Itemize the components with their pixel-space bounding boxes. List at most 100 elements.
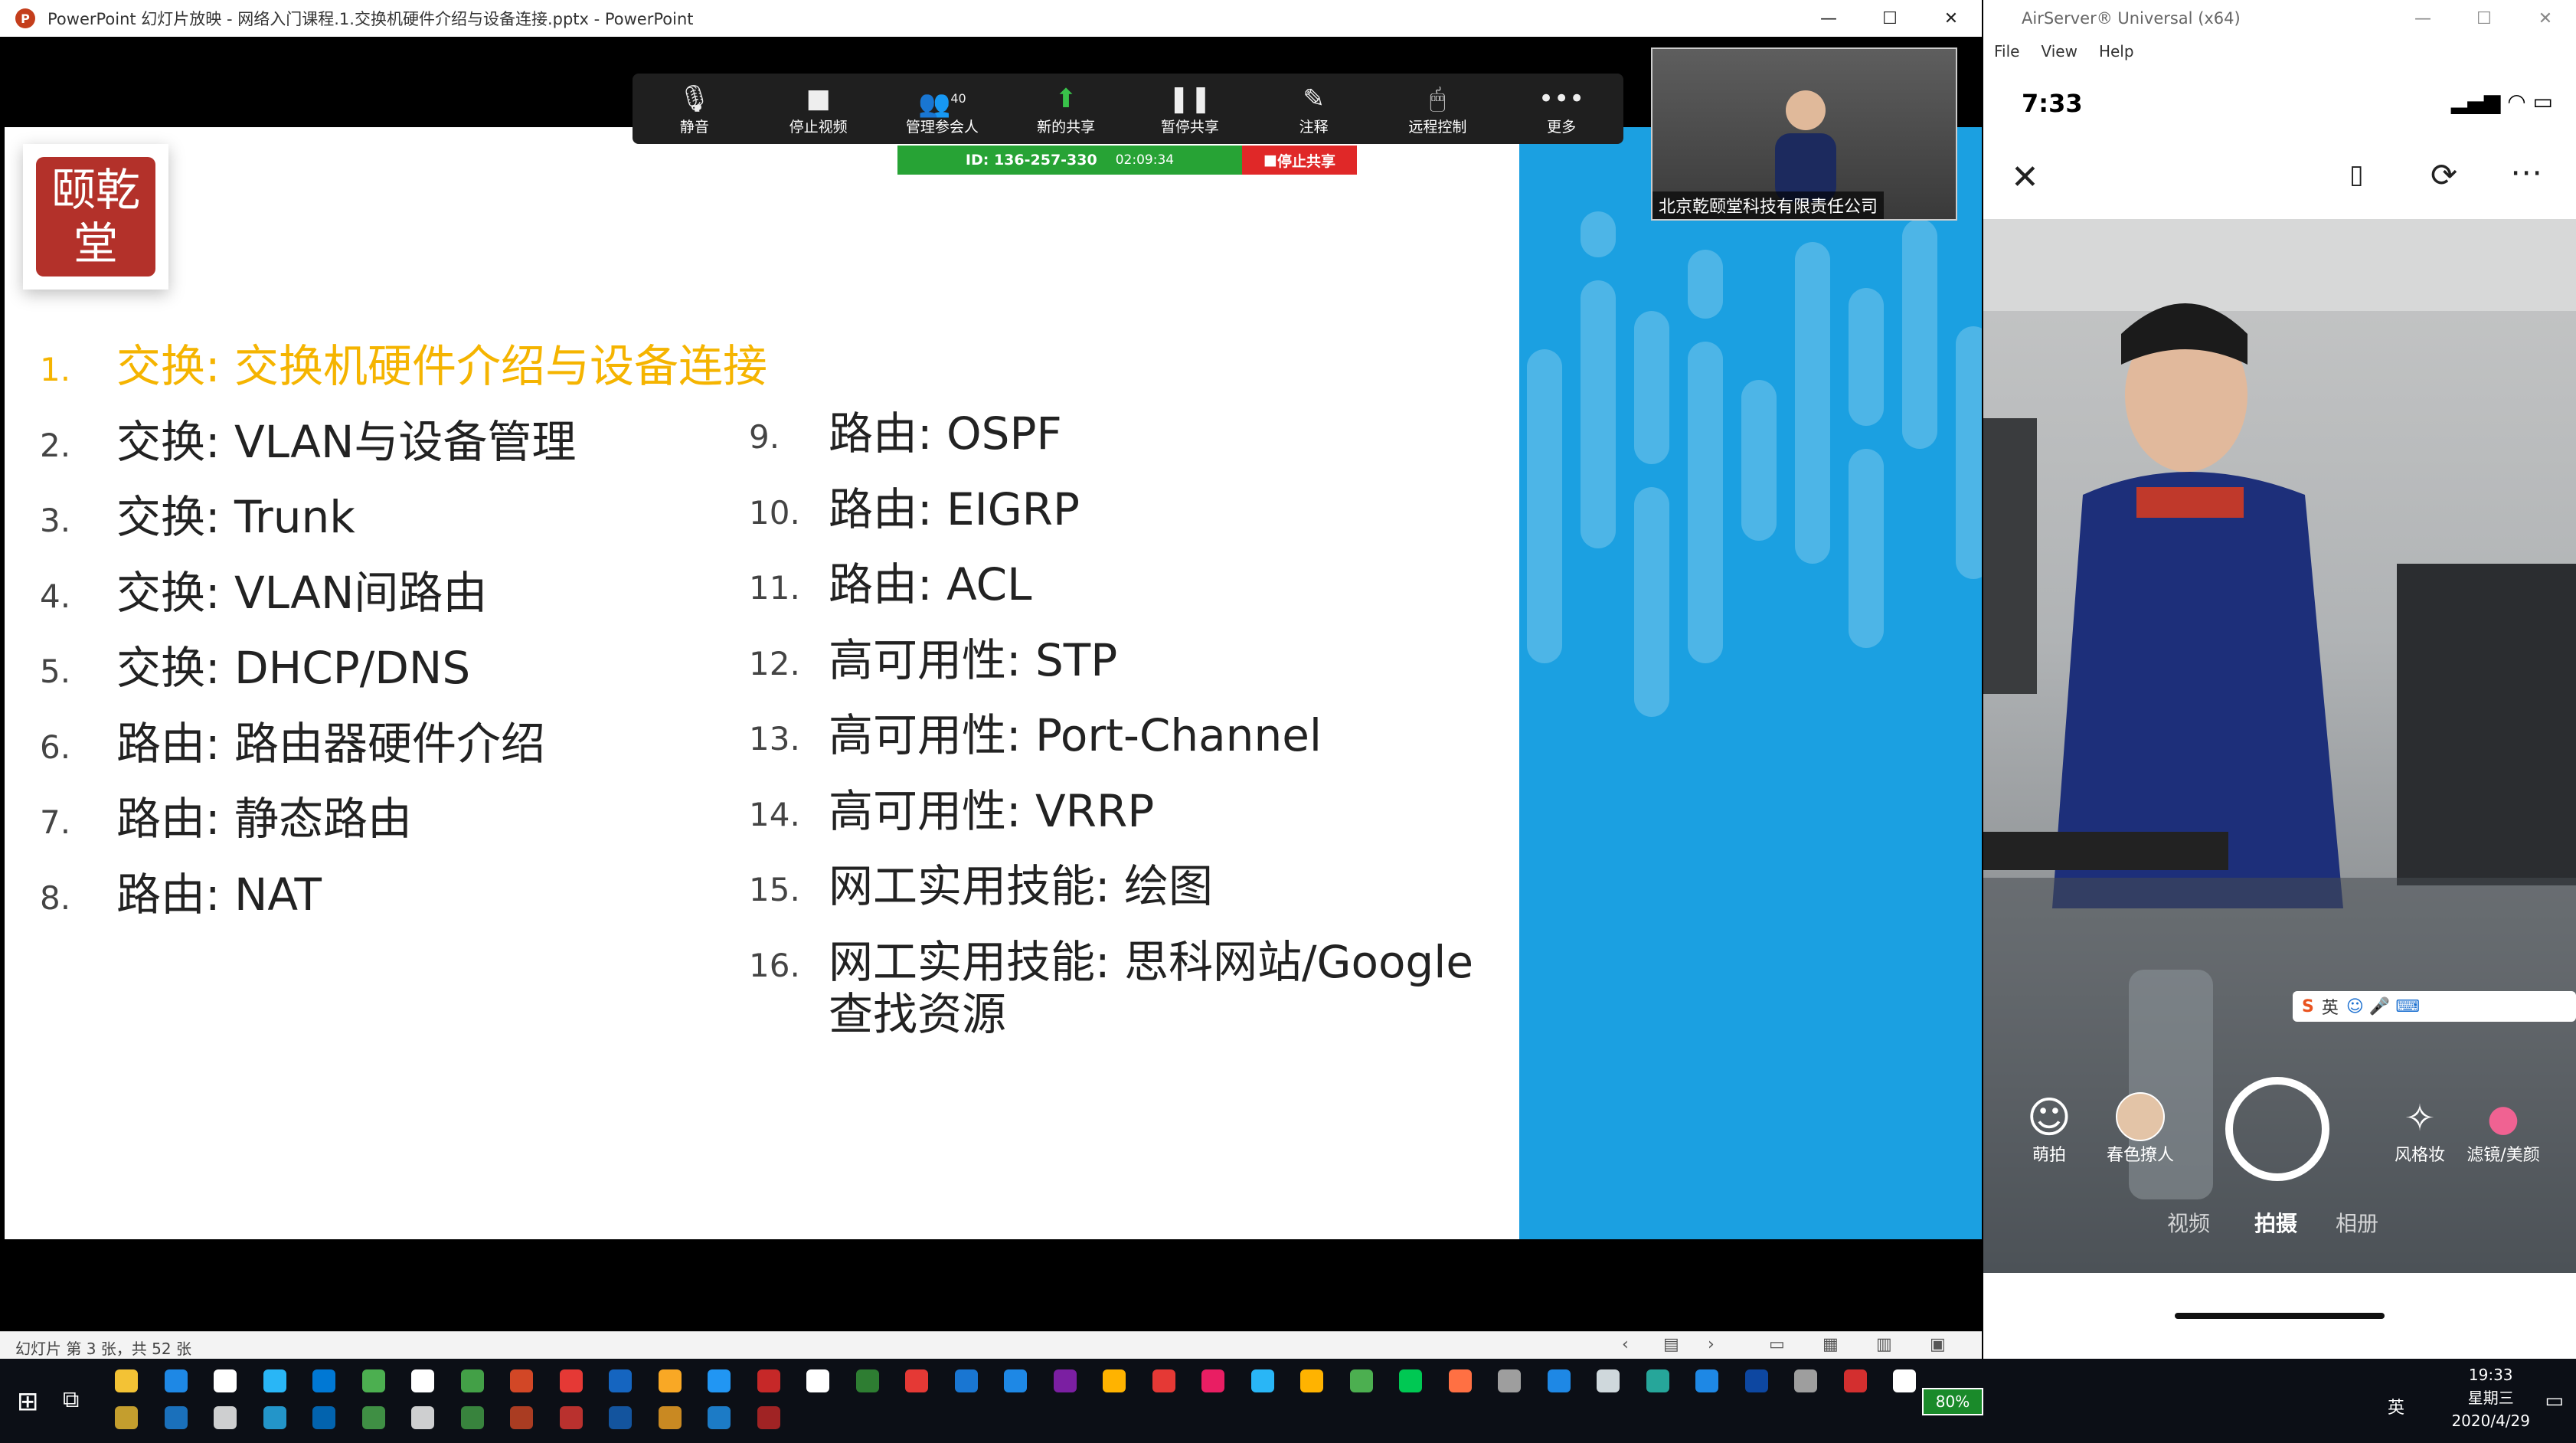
taskbar-pinned-icon[interactable] bbox=[164, 1406, 188, 1429]
taskbar-pinned-icon[interactable] bbox=[510, 1406, 533, 1429]
remote-control-button[interactable]: 🖱 远程控制 bbox=[1384, 82, 1491, 136]
taskbar-pinned-icon[interactable] bbox=[214, 1406, 237, 1429]
shutter-button[interactable] bbox=[2225, 1077, 2329, 1181]
ime-floating-bar[interactable]: S 英 ☺ 🎤 ⌨ bbox=[2293, 991, 2576, 1022]
taskbar-app-icon[interactable] bbox=[708, 1369, 731, 1392]
ime-indicator[interactable]: 英 bbox=[2388, 1394, 2404, 1418]
menu-help[interactable]: Help bbox=[2099, 42, 2134, 61]
taskbar-app-icon[interactable] bbox=[1695, 1369, 1718, 1392]
taskbar-app-icon[interactable] bbox=[1448, 1369, 1472, 1392]
taskbar-app-icon[interactable] bbox=[1547, 1369, 1571, 1392]
taskbar-app-icon[interactable] bbox=[1349, 1369, 1373, 1392]
home-indicator[interactable] bbox=[2175, 1313, 2385, 1319]
taskbar-app-icon[interactable] bbox=[658, 1369, 682, 1392]
next-slide-icon[interactable]: › bbox=[1708, 1335, 1715, 1354]
menu-view[interactable]: View bbox=[2041, 42, 2077, 61]
taskbar-pinned-icon[interactable] bbox=[658, 1406, 682, 1429]
taskbar-app-icon[interactable] bbox=[609, 1369, 632, 1392]
taskbar-pinned-icon[interactable] bbox=[460, 1406, 484, 1429]
air-maximize-button[interactable]: ☐ bbox=[2453, 0, 2515, 37]
stop-video-button[interactable]: ■ 停止视频 bbox=[765, 82, 872, 136]
taskbar-app-icon[interactable] bbox=[1201, 1369, 1224, 1392]
taskbar-app-icon[interactable] bbox=[1152, 1369, 1175, 1392]
switch-camera-icon[interactable]: ⟳ bbox=[2431, 156, 2457, 194]
taskbar-app-icon[interactable] bbox=[1893, 1369, 1916, 1392]
taskbar-app-icon[interactable] bbox=[115, 1369, 138, 1392]
taskbar-app-icon[interactable] bbox=[954, 1369, 978, 1392]
close-button[interactable]: ✕ bbox=[1921, 0, 1982, 37]
manage-participants-button[interactable]: 👥40 管理参会人 bbox=[888, 82, 995, 136]
taskbar-app-icon[interactable] bbox=[510, 1369, 533, 1392]
taskbar-app-icon[interactable] bbox=[559, 1369, 583, 1392]
taskbar-app-icon[interactable] bbox=[1103, 1369, 1126, 1392]
taskbar-pinned-icon[interactable] bbox=[708, 1406, 731, 1429]
normal-view-icon[interactable]: ▭ bbox=[1769, 1335, 1785, 1354]
taskbar-app-icon[interactable] bbox=[1794, 1369, 1817, 1392]
notification-icon[interactable]: ▭ bbox=[2545, 1389, 2564, 1412]
agenda-number: 14. bbox=[749, 795, 800, 833]
cute-shot-button[interactable]: ☺ 萌拍 bbox=[2019, 1095, 2080, 1166]
menu-file[interactable]: File bbox=[1994, 42, 2019, 61]
annotate-button[interactable]: ✎ 注释 bbox=[1260, 82, 1368, 136]
maximize-button[interactable]: ☐ bbox=[1859, 0, 1921, 37]
new-share-button[interactable]: ⬆ 新的共享 bbox=[1012, 82, 1120, 136]
minimize-button[interactable]: — bbox=[1798, 0, 1859, 37]
slide[interactable]: 颐乾堂 1. 交换: 交换机硬件介绍与设备连接 2. 交换: VLAN与设备管理 3. 交… bbox=[5, 127, 1982, 1239]
air-close-button[interactable]: ✕ bbox=[2515, 0, 2576, 37]
taskbar-app-icon[interactable] bbox=[1250, 1369, 1274, 1392]
taskbar-pinned-icon[interactable] bbox=[361, 1406, 385, 1429]
taskbar-pinned-icon[interactable] bbox=[115, 1406, 138, 1429]
tab-video[interactable]: 视频 bbox=[2167, 1207, 2210, 1238]
prev-slide-icon[interactable]: ‹ bbox=[1622, 1335, 1629, 1354]
taskbar-app-icon[interactable] bbox=[1843, 1369, 1867, 1392]
taskbar-app-icon[interactable] bbox=[214, 1369, 237, 1392]
taskbar-app-icon[interactable] bbox=[411, 1369, 434, 1392]
style-makeup-button[interactable]: ✧ 风格妆 bbox=[2381, 1095, 2458, 1166]
taskbar-pinned-icon[interactable] bbox=[411, 1406, 434, 1429]
taskbar-app-icon[interactable] bbox=[164, 1369, 188, 1392]
phone-time: 7:33 bbox=[2022, 89, 2083, 118]
close-icon[interactable]: ✕ bbox=[2011, 158, 2039, 197]
slide-sorter-icon[interactable]: ▦ bbox=[1822, 1335, 1839, 1354]
stop-share-button[interactable]: ■ 停止共享 bbox=[1242, 146, 1357, 175]
taskbar-app-icon[interactable] bbox=[1300, 1369, 1323, 1392]
taskbar-app-icon[interactable] bbox=[312, 1369, 335, 1392]
slideshow-view-icon[interactable]: ▣ bbox=[1930, 1335, 1946, 1354]
taskbar-app-icon[interactable] bbox=[1399, 1369, 1422, 1392]
taskbar-app-icon[interactable] bbox=[1004, 1369, 1027, 1392]
reading-view-icon[interactable]: ▥ bbox=[1876, 1335, 1892, 1354]
taskbar-app-icon[interactable] bbox=[1597, 1369, 1620, 1392]
mirrored-phone-screen[interactable]: 7:33 ▂▄▆ ◠ ▭ ✕ ▯ ⟳ ⋯ S 英 ☺ 🎤 ⌨ ☺ 萌拍 春色撩人… bbox=[1983, 66, 2576, 1359]
windows-start-icon[interactable]: ⊞ bbox=[17, 1386, 39, 1417]
taskbar-pinned-icon[interactable] bbox=[559, 1406, 583, 1429]
taskbar-app-icon[interactable] bbox=[855, 1369, 879, 1392]
taskbar-pinned-icon[interactable] bbox=[609, 1406, 632, 1429]
slide-menu-icon[interactable]: ▤ bbox=[1663, 1335, 1679, 1354]
taskbar-pinned-icon[interactable] bbox=[757, 1406, 780, 1429]
taskbar-app-icon[interactable] bbox=[1498, 1369, 1521, 1392]
tab-photo[interactable]: 拍摄 bbox=[2254, 1207, 2297, 1238]
more-button[interactable]: ••• 更多 bbox=[1508, 82, 1615, 136]
taskbar-app-icon[interactable] bbox=[806, 1369, 829, 1392]
taskbar-app-icon[interactable] bbox=[905, 1369, 928, 1392]
taskbar-app-icon[interactable] bbox=[361, 1369, 385, 1392]
taskbar-app-icon[interactable] bbox=[757, 1369, 780, 1392]
taskbar-app-icon[interactable] bbox=[1744, 1369, 1768, 1392]
taskbar-app-icon[interactable] bbox=[1646, 1369, 1669, 1392]
taskbar-app-icon[interactable] bbox=[460, 1369, 484, 1392]
air-minimize-button[interactable]: — bbox=[2392, 0, 2453, 37]
task-view-icon[interactable]: ⧉ bbox=[63, 1386, 79, 1413]
more-options-icon[interactable]: ⋯ bbox=[2510, 153, 2542, 191]
taskbar-pinned-icon[interactable] bbox=[263, 1406, 286, 1429]
mute-button[interactable]: 🎙 静音 bbox=[641, 82, 748, 136]
participant-video[interactable]: 北京乾颐堂科技有限责任公司 bbox=[1651, 47, 1957, 221]
filter-preset-button[interactable]: 春色撩人 bbox=[2098, 1092, 2182, 1166]
pause-share-button[interactable]: ❚❚ 暂停共享 bbox=[1136, 82, 1244, 136]
taskbar-app-icon[interactable] bbox=[1053, 1369, 1077, 1392]
aspect-ratio-icon[interactable]: ▯ bbox=[2349, 159, 2364, 190]
taskbar-pinned-icon[interactable] bbox=[312, 1406, 335, 1429]
taskbar-app-icon[interactable] bbox=[263, 1369, 286, 1392]
taskbar-clock[interactable]: 19:33 星期三 2020/4/29 bbox=[2451, 1363, 2530, 1432]
filter-beauty-button[interactable]: ● 滤镜/美颜 bbox=[2453, 1095, 2553, 1166]
tab-album[interactable]: 相册 bbox=[2336, 1207, 2378, 1238]
